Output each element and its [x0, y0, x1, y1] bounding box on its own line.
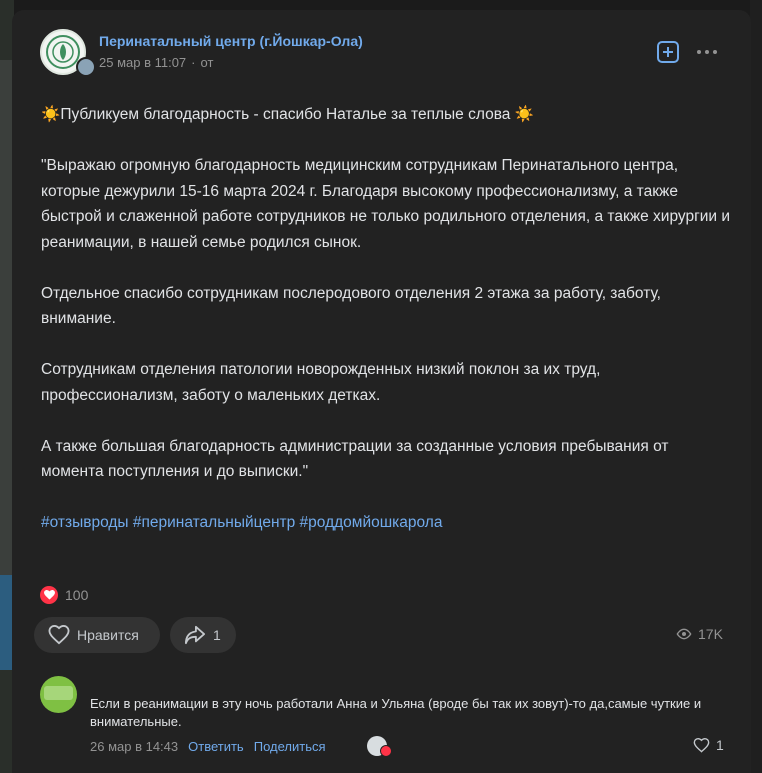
more-icon[interactable]: [697, 47, 721, 57]
heart-icon: [48, 625, 70, 645]
share-icon: [185, 625, 205, 645]
headline-text: Публикуем благодарность - спасибо Наталь…: [60, 106, 511, 123]
eye-icon: [676, 628, 692, 640]
reactions-summary[interactable]: 100: [40, 586, 88, 604]
post-headline: ☀️Публикуем благодарность - спасибо Ната…: [41, 102, 731, 128]
comment-like-count: 1: [716, 737, 724, 753]
sun-icon: ☀️: [514, 106, 534, 123]
like-label: Нравится: [77, 627, 139, 643]
background-page-right: [750, 0, 762, 773]
reply-link[interactable]: Ответить: [188, 739, 244, 754]
commenter-avatar[interactable]: [40, 676, 77, 713]
add-icon[interactable]: [657, 41, 679, 63]
comment-share-link[interactable]: Поделиться: [254, 739, 326, 754]
comment-meta: 26 мар в 14:43 Ответить Поделиться: [90, 739, 326, 754]
views-count: 17K: [698, 626, 723, 642]
post-from: от: [200, 55, 214, 70]
post-paragraph: Сотрудникам отделения патологии новорожд…: [41, 361, 601, 404]
author-name[interactable]: Перинатальный центр (г.Йошкар-Ола): [99, 33, 363, 49]
share-count: 1: [213, 627, 221, 643]
post-paragraph: "Выражаю огромную благодарность медицинс…: [41, 157, 731, 251]
post-paragraph: Отдельное спасибо сотрудникам послеродов…: [41, 284, 661, 328]
post-text: ☀️Публикуем благодарность - спасибо Ната…: [41, 102, 731, 561]
heart-icon: [693, 737, 710, 753]
like-button[interactable]: Нравится: [34, 617, 160, 653]
post-card: Перинатальный центр (г.Йошкар-Ола) 25 ма…: [12, 10, 751, 773]
comment-text: Если в реанимации в эту ночь работали Ан…: [90, 696, 702, 729]
post-meta: 25 мар в 11:07 · от: [99, 55, 213, 70]
heart-reaction-icon: [40, 586, 58, 604]
sun-icon: ☀️: [41, 106, 61, 123]
reaction-count: 100: [65, 587, 89, 603]
views-counter: 17K: [676, 626, 723, 642]
comment-heart-badge-icon: [380, 745, 392, 757]
share-button[interactable]: 1: [170, 617, 236, 653]
comment-date[interactable]: 26 мар в 14:43: [90, 739, 178, 754]
post-date[interactable]: 25 мар в 11:07: [99, 55, 186, 70]
post-paragraph: А также большая благодарность администра…: [41, 437, 669, 481]
meta-separator: ·: [191, 55, 196, 70]
post-hashtags[interactable]: #отзывроды #перинатальныйцентр #роддомйо…: [41, 510, 731, 536]
author-badge: [76, 57, 96, 77]
comment-like-button[interactable]: 1: [693, 737, 724, 753]
